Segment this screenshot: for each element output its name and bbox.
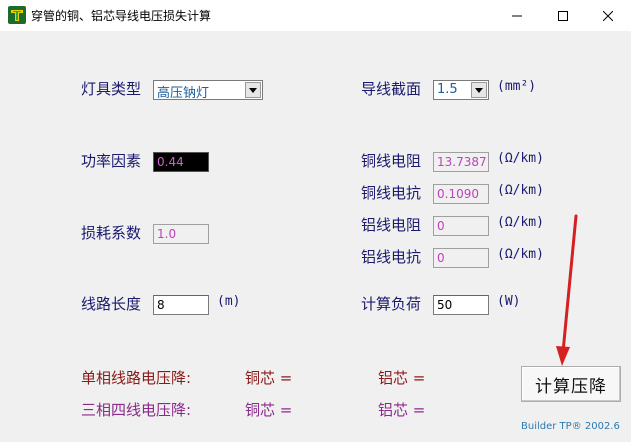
title-bar[interactable]: 穿管的铜、铝芯导线电压损失计算 xyxy=(0,0,631,31)
al-reactance-field: 0 xyxy=(433,248,489,268)
cu-reactance-label: 铜线电抗 xyxy=(361,184,422,202)
cu-resistance-field: 13.7387 xyxy=(433,152,489,172)
wire-section-value: 1.5 xyxy=(437,82,458,97)
builder-footer: Builder TP® 2002.6 xyxy=(521,421,620,432)
client-area: 灯具类型 高压钠灯 导线截面 1.5 (mm²) 功率因素 0.44 铜线电阻 … xyxy=(0,31,631,442)
lamp-type-value: 高压钠灯 xyxy=(157,86,210,101)
al-resistance-label: 铝线电阻 xyxy=(361,216,422,234)
close-icon xyxy=(603,10,613,21)
power-factor-field[interactable]: 0.44 xyxy=(153,152,209,172)
calculate-button[interactable]: 计算压降 xyxy=(521,366,621,402)
maximize-button[interactable] xyxy=(540,0,586,31)
lamp-type-dropdown-button[interactable] xyxy=(245,82,261,98)
chevron-down-icon xyxy=(249,87,257,93)
line-length-input[interactable]: 8 xyxy=(153,295,209,315)
lamp-type-select[interactable]: 高压钠灯 xyxy=(153,80,263,101)
al-reactance-unit: (Ω/km) xyxy=(497,247,544,262)
three-phase-copper-label: 铜芯 = xyxy=(245,401,293,419)
app-logo-icon xyxy=(8,6,26,24)
chevron-down-icon xyxy=(475,87,483,93)
window-title: 穿管的铜、铝芯导线电压损失计算 xyxy=(31,9,212,23)
single-phase-copper-label: 铜芯 = xyxy=(245,369,293,387)
lamp-type-label: 灯具类型 xyxy=(81,80,142,98)
cu-reactance-field: 0.1090 xyxy=(433,184,489,204)
load-label: 计算负荷 xyxy=(361,295,422,313)
maximize-icon xyxy=(558,10,568,21)
al-resistance-field: 0 xyxy=(433,216,489,236)
load-unit: (W) xyxy=(497,294,521,309)
loss-coef-field: 1.0 xyxy=(153,224,209,244)
cu-resistance-label: 铜线电阻 xyxy=(361,152,422,170)
app-window: 穿管的铜、铝芯导线电压损失计算 灯具类型 高压钠灯 导线截面 1.5 (mm²) xyxy=(0,0,631,442)
cu-resistance-unit: (Ω/km) xyxy=(497,151,544,166)
wire-section-select[interactable]: 1.5 xyxy=(433,80,489,100)
close-button[interactable] xyxy=(585,0,631,31)
single-phase-aluminum-label: 铝芯 = xyxy=(378,369,426,387)
al-reactance-label: 铝线电抗 xyxy=(361,248,422,266)
three-phase-drop-label: 三相四线电压降: xyxy=(81,401,192,419)
three-phase-aluminum-label: 铝芯 = xyxy=(378,401,426,419)
line-length-unit: (m) xyxy=(217,294,241,309)
minimize-button[interactable] xyxy=(494,0,540,31)
single-phase-drop-label: 单相线路电压降: xyxy=(81,369,192,387)
wire-section-unit: (mm²) xyxy=(497,79,537,94)
cu-reactance-unit: (Ω/km) xyxy=(497,183,544,198)
line-length-label: 线路长度 xyxy=(81,295,142,313)
load-input[interactable]: 50 xyxy=(433,295,489,315)
loss-coef-label: 损耗系数 xyxy=(81,224,142,242)
power-factor-label: 功率因素 xyxy=(81,152,142,170)
al-resistance-unit: (Ω/km) xyxy=(497,215,544,230)
wire-section-dropdown-button[interactable] xyxy=(471,82,487,98)
minimize-icon xyxy=(512,15,522,16)
wire-section-label: 导线截面 xyxy=(361,80,422,98)
